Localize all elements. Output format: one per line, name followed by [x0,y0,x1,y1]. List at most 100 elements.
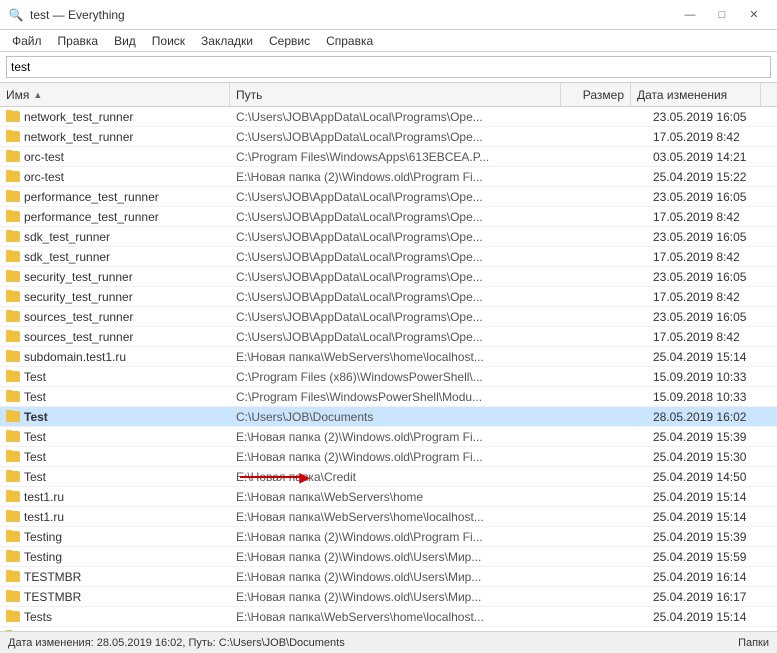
table-row[interactable]: TestC:\Program Files\WindowsPowerShell\M… [0,387,777,407]
file-date: 17.05.2019 8:42 [647,130,777,144]
file-date: 25.04.2019 14:50 [647,470,777,484]
folder-icon [6,531,20,542]
table-row[interactable]: sources_test_runnerC:\Users\JOB\AppData\… [0,327,777,347]
close-button[interactable]: ✕ [739,5,769,25]
table-row[interactable]: sources_test_runnerC:\Users\JOB\AppData\… [0,307,777,327]
file-path: C:\Users\JOB\AppData\Local\Programs\Ope.… [230,330,577,344]
file-name: Test [24,450,46,464]
file-path: C:\Users\JOB\AppData\Local\Programs\Ope.… [230,270,577,284]
folder-icon [6,111,20,122]
file-name: orc-test [24,150,64,164]
status-text: Дата изменения: 28.05.2019 16:02, Путь: … [8,637,345,649]
file-date: 23.05.2019 16:05 [647,270,777,284]
table-body[interactable]: network_test_runner C:\Users\JOB\AppData\… [0,107,777,631]
file-name: Testing [24,530,62,544]
folder-icon [6,471,20,482]
file-path: C:\Users\JOB\AppData\Local\Programs\Ope.… [230,210,577,224]
table-row[interactable]: UpdateStoreC:\ProgramData\USOPrivate28.0… [0,627,777,631]
folder-icon [6,291,20,302]
folder-icon [6,171,20,182]
file-name: Test [24,410,48,424]
file-name: security_test_runner [24,270,133,284]
menu-search[interactable]: Поиск [144,30,193,51]
table-container: Имя ▲ Путь Размер Дата изменения network… [0,83,777,631]
minimize-button[interactable]: — [675,5,705,25]
table-row[interactable]: TestingE:\Новая папка (2)\Windows.old\Us… [0,547,777,567]
file-name: network_test_runner [24,110,133,124]
col-header-date[interactable]: Дата изменения [631,83,761,106]
table-row[interactable]: TESTMBRE:\Новая папка (2)\Windows.old\Us… [0,587,777,607]
title-bar: 🔍 test — Everything — □ ✕ [0,0,777,30]
file-path: E:\Новая папка (2)\Windows.old\Program F… [230,430,577,444]
table-row[interactable]: TESTMBRE:\Новая папка (2)\Windows.old\Us… [0,567,777,587]
file-path: E:\Новая папка (2)\Windows.old\Program F… [230,170,577,184]
file-date: 28.05.2019 13:52 [647,630,777,632]
col-header-path[interactable]: Путь [230,83,561,106]
table-row[interactable]: TestC:\Users\JOB\Documents28.05.2019 16:… [0,407,777,427]
folder-icon [6,551,20,562]
folder-icon [6,371,20,382]
file-path: E:\Новая папка (2)\Windows.old\Program F… [230,530,577,544]
table-row[interactable]: network_test_runnerC:\Users\JOB\AppData\… [0,107,777,127]
file-date: 25.04.2019 16:17 [647,590,777,604]
folder-icon [6,491,20,502]
file-name: Testing [24,550,62,564]
table-header: Имя ▲ Путь Размер Дата изменения [0,83,777,107]
table-row[interactable]: network_test_runnerC:\Users\JOB\AppData\… [0,127,777,147]
col-header-size[interactable]: Размер [561,83,631,106]
table-row[interactable]: subdomain.test1.ru E:\Новая папка\WebServ… [0,347,777,367]
folder-icon [6,611,20,622]
folder-icon [6,511,20,522]
file-date: 25.04.2019 16:14 [647,570,777,584]
table-row[interactable]: sdk_test_runner C:\Users\JOB\AppData\Loca… [0,227,777,247]
file-name: security_test_runner [24,290,133,304]
file-path: E:\Новая папка\WebServers\home\localhost… [230,350,577,364]
file-name: Test [24,370,46,384]
table-row[interactable]: security_test_runnerC:\Users\JOB\AppData… [0,287,777,307]
folder-icon [6,211,20,222]
file-name: performance_test_runner [24,210,159,224]
table-row[interactable]: sdk_test_runnerC:\Users\JOB\AppData\Loca… [0,247,777,267]
table-row[interactable]: test1.ruE:\Новая папка\WebServers\home25… [0,487,777,507]
menu-service[interactable]: Сервис [261,30,318,51]
folder-icon [6,431,20,442]
table-row[interactable]: Testing E:\Новая папка (2)\Windows.old\Pr… [0,527,777,547]
table-row[interactable]: TestE:\Новая папка\Credit25.04.2019 14:5… [0,467,777,487]
table-row[interactable]: TestC:\Program Files (x86)\WindowsPowerS… [0,367,777,387]
file-date: 25.04.2019 15:30 [647,450,777,464]
menu-file[interactable]: Файл [4,30,50,51]
file-date: 25.04.2019 15:39 [647,430,777,444]
folder-icon [6,571,20,582]
menu-view[interactable]: Вид [106,30,144,51]
search-bar [0,52,777,83]
table-row[interactable]: security_test_runner C:\Users\JOB\AppData… [0,267,777,287]
file-path: C:\Users\JOB\AppData\Local\Programs\Ope.… [230,190,577,204]
file-path: E:\Новая папка (2)\Windows.old\Program F… [230,450,577,464]
table-row[interactable]: TestE:\Новая папка (2)\Windows.old\Progr… [0,427,777,447]
table-row[interactable]: performance_test_runner C:\Users\JOB\AppD… [0,207,777,227]
search-input[interactable] [6,56,771,78]
status-bar: Дата изменения: 28.05.2019 16:02, Путь: … [0,631,777,653]
col-header-name[interactable]: Имя ▲ [0,83,230,106]
file-name: subdomain.test1.ru [24,350,126,364]
maximize-button[interactable]: □ [707,5,737,25]
file-path: C:\Users\JOB\AppData\Local\Programs\Ope.… [230,250,577,264]
table-row[interactable]: test1.ruE:\Новая папка\WebServers\home\l… [0,507,777,527]
file-name: TESTMBR [24,590,81,604]
file-name: sdk_test_runner [24,230,110,244]
file-path: C:\Users\JOB\Documents [230,410,577,424]
file-path: C:\Program Files\WindowsPowerShell\Modu.… [230,390,577,404]
file-path: E:\Новая папка\Credit [230,470,577,484]
file-name: Tests [24,610,52,624]
menu-edit[interactable]: Правка [50,30,107,51]
table-row[interactable]: orc-testC:\Program Files\WindowsApps\613… [0,147,777,167]
menu-help[interactable]: Справка [318,30,381,51]
table-row[interactable]: orc-testE:\Новая папка (2)\Windows.old\P… [0,167,777,187]
file-date: 17.05.2019 8:42 [647,250,777,264]
menu-bookmarks[interactable]: Закладки [193,30,261,51]
file-date: 15.09.2019 10:33 [647,370,777,384]
file-path: C:\Users\JOB\AppData\Local\Programs\Ope.… [230,230,577,244]
table-row[interactable]: performance_test_runnerC:\Users\JOB\AppD… [0,187,777,207]
table-row[interactable]: Test E:\Новая папка (2)\Windows.old\Progr… [0,447,777,467]
table-row[interactable]: TestsE:\Новая папка\WebServers\home\loca… [0,607,777,627]
